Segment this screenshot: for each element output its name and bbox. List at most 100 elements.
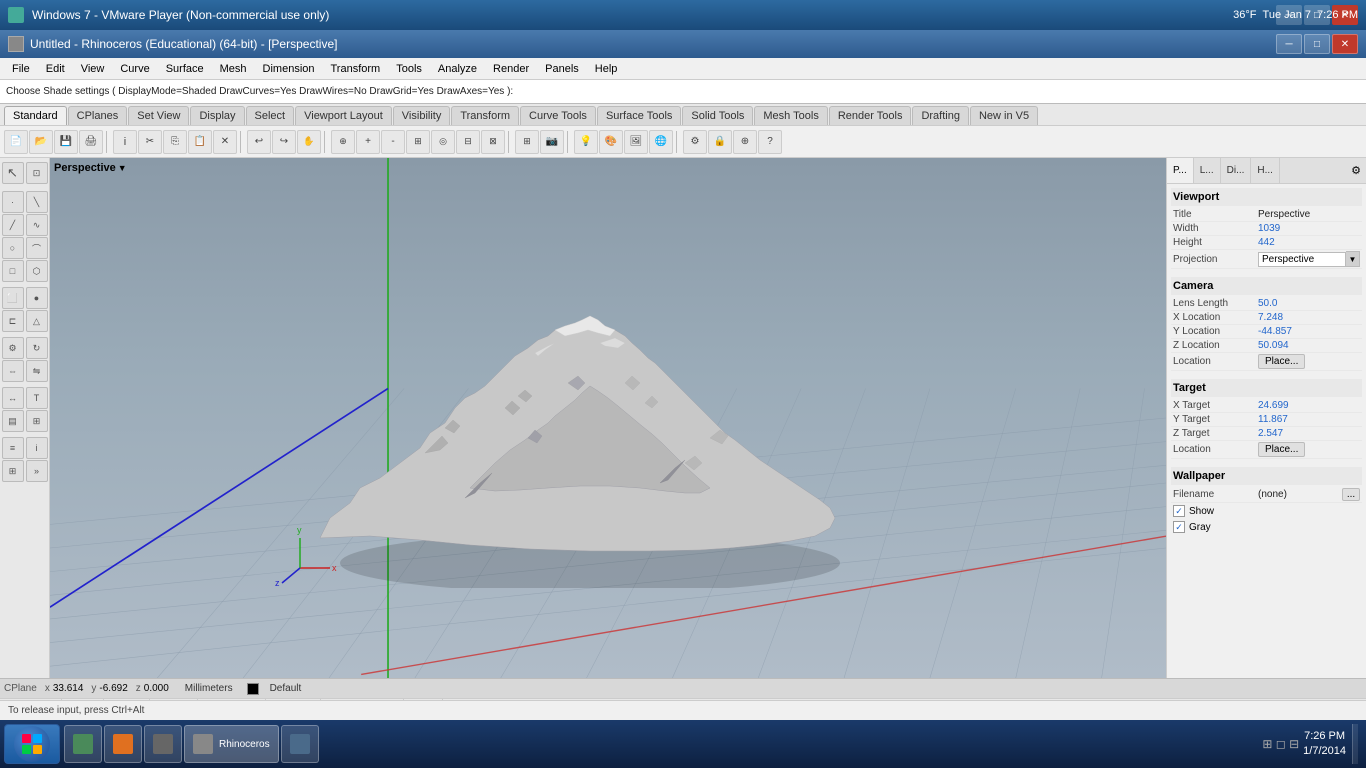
lt-grid[interactable]: ⊞ (2, 460, 24, 482)
lt-rotate[interactable]: ↻ (26, 337, 48, 359)
lt-line[interactable]: ╲ (26, 191, 48, 213)
taskbar-explorer[interactable] (64, 725, 102, 763)
tab-curve-tools[interactable]: Curve Tools (520, 106, 596, 125)
lt-cone[interactable]: △ (26, 310, 48, 332)
tb-zoom-ext[interactable]: ⊕ (331, 130, 355, 154)
lt-arc[interactable]: ⌒ (26, 237, 48, 259)
taskbar-rhino[interactable]: Rhinoceros (184, 725, 279, 763)
tab-select[interactable]: Select (246, 106, 295, 125)
tb-undo[interactable]: ↩ (247, 130, 271, 154)
tb-globe[interactable]: 🌐 (649, 130, 673, 154)
tb-help[interactable]: ? (758, 130, 782, 154)
tb-zoom-out[interactable]: - (381, 130, 405, 154)
tb-paste[interactable]: 📋 (188, 130, 212, 154)
tab-drafting[interactable]: Drafting (912, 106, 969, 125)
tb-cut[interactable]: ✂ (138, 130, 162, 154)
tb-zoom-in[interactable]: + (356, 130, 380, 154)
lt-mirror[interactable]: ⇋ (26, 360, 48, 382)
menu-mesh[interactable]: Mesh (212, 61, 255, 77)
lt-text[interactable]: T (26, 387, 48, 409)
viewport-canvas[interactable]: x y (50, 158, 1166, 678)
viewport-dropdown-arrow[interactable]: ▼ (118, 163, 127, 173)
menu-file[interactable]: File (4, 61, 38, 77)
tab-render-tools[interactable]: Render Tools (829, 106, 912, 125)
tab-setview[interactable]: Set View (128, 106, 189, 125)
menu-render[interactable]: Render (485, 61, 537, 77)
show-desktop-btn[interactable] (1352, 724, 1358, 764)
rp-tab-display[interactable]: Di... (1221, 158, 1252, 183)
tb-light[interactable]: 💡 (574, 130, 598, 154)
menu-view[interactable]: View (73, 61, 113, 77)
lt-sphere[interactable]: ● (26, 287, 48, 309)
rp-filename-browse-btn[interactable]: ... (1342, 488, 1360, 501)
lt-more[interactable]: » (26, 460, 48, 482)
tb-render[interactable]: 🖼 (624, 130, 648, 154)
lt-point[interactable]: · (2, 191, 24, 213)
start-button[interactable] (4, 724, 60, 764)
rp-tab-properties[interactable]: P... (1167, 158, 1194, 183)
rhino-window-controls[interactable]: ─ □ ✕ (1276, 34, 1358, 54)
rp-show-checkbox[interactable] (1173, 505, 1185, 517)
tb-zoom-win[interactable]: ⊞ (406, 130, 430, 154)
viewport-area[interactable]: Perspective ▼ (50, 158, 1166, 678)
lt-detail[interactable]: ⊞ (26, 410, 48, 432)
tab-visibility[interactable]: Visibility (393, 106, 451, 125)
lt-prop2[interactable]: i (26, 437, 48, 459)
tab-transform[interactable]: Transform (451, 106, 519, 125)
rp-projection-dropdown[interactable]: Perspective ▼ (1258, 251, 1360, 267)
tb-new[interactable]: 📄 (4, 130, 28, 154)
rp-location-place-btn[interactable]: Place... (1258, 354, 1305, 369)
menu-dimension[interactable]: Dimension (255, 61, 323, 77)
lt-select[interactable]: ↖ (2, 162, 24, 184)
lt-layer[interactable]: ≡ (2, 437, 24, 459)
tab-mesh-tools[interactable]: Mesh Tools (754, 106, 827, 125)
menu-analyze[interactable]: Analyze (430, 61, 485, 77)
rp-projection-arrow[interactable]: ▼ (1346, 251, 1360, 267)
tab-surface-tools[interactable]: Surface Tools (597, 106, 681, 125)
lt-area-sel[interactable]: ⊡ (26, 162, 48, 184)
lt-polygon[interactable]: ⬡ (26, 260, 48, 282)
menu-surface[interactable]: Surface (158, 61, 212, 77)
lt-polyline[interactable]: ╱ (2, 214, 24, 236)
rhino-close-btn[interactable]: ✕ (1332, 34, 1358, 54)
rp-target-place-btn[interactable]: Place... (1258, 442, 1305, 457)
lt-hatch[interactable]: ▤ (2, 410, 24, 432)
tab-cplanes[interactable]: CPlanes (68, 106, 128, 125)
taskbar-vmware[interactable] (144, 725, 182, 763)
tb-lock[interactable]: 🔒 (708, 130, 732, 154)
menu-transform[interactable]: Transform (323, 61, 389, 77)
rp-gray-checkbox[interactable] (1173, 521, 1185, 533)
lt-scale[interactable]: ⇔ (2, 360, 24, 382)
tab-standard[interactable]: Standard (4, 106, 67, 125)
tab-solid-tools[interactable]: Solid Tools (682, 106, 753, 125)
tb-settings[interactable]: ⚙ (683, 130, 707, 154)
tb-zoom-3[interactable]: ⊠ (481, 130, 505, 154)
tab-viewport-layout[interactable]: Viewport Layout (295, 106, 392, 125)
lt-curve[interactable]: ∿ (26, 214, 48, 236)
tb-mat[interactable]: 🎨 (599, 130, 623, 154)
rhino-maximize-btn[interactable]: □ (1304, 34, 1330, 54)
menu-tools[interactable]: Tools (388, 61, 430, 77)
lt-transform[interactable]: ⚙ (2, 337, 24, 359)
lt-dim[interactable]: ↔ (2, 387, 24, 409)
lt-circle[interactable]: ○ (2, 237, 24, 259)
menu-curve[interactable]: Curve (112, 61, 157, 77)
tb-save[interactable]: 💾 (54, 130, 78, 154)
tb-zoom-sel[interactable]: ◎ (431, 130, 455, 154)
tb-pan[interactable]: ✋ (297, 130, 321, 154)
lt-cylinder[interactable]: ⊏ (2, 310, 24, 332)
tb-snap[interactable]: ⊕ (733, 130, 757, 154)
tb-cam[interactable]: 📷 (540, 130, 564, 154)
taskbar-recyclebin[interactable] (281, 725, 319, 763)
tb-open[interactable]: 📂 (29, 130, 53, 154)
menu-help[interactable]: Help (587, 61, 626, 77)
tb-redo[interactable]: ↪ (272, 130, 296, 154)
rp-tab-help[interactable]: H... (1251, 158, 1280, 183)
menu-edit[interactable]: Edit (38, 61, 73, 77)
tab-display[interactable]: Display (190, 106, 244, 125)
tab-new-v5[interactable]: New in V5 (970, 106, 1038, 125)
rhino-minimize-btn[interactable]: ─ (1276, 34, 1302, 54)
rp-settings-btn[interactable]: ⚙ (1346, 158, 1366, 183)
tb-copy[interactable]: ⎘ (163, 130, 187, 154)
tb-delete[interactable]: ✕ (213, 130, 237, 154)
